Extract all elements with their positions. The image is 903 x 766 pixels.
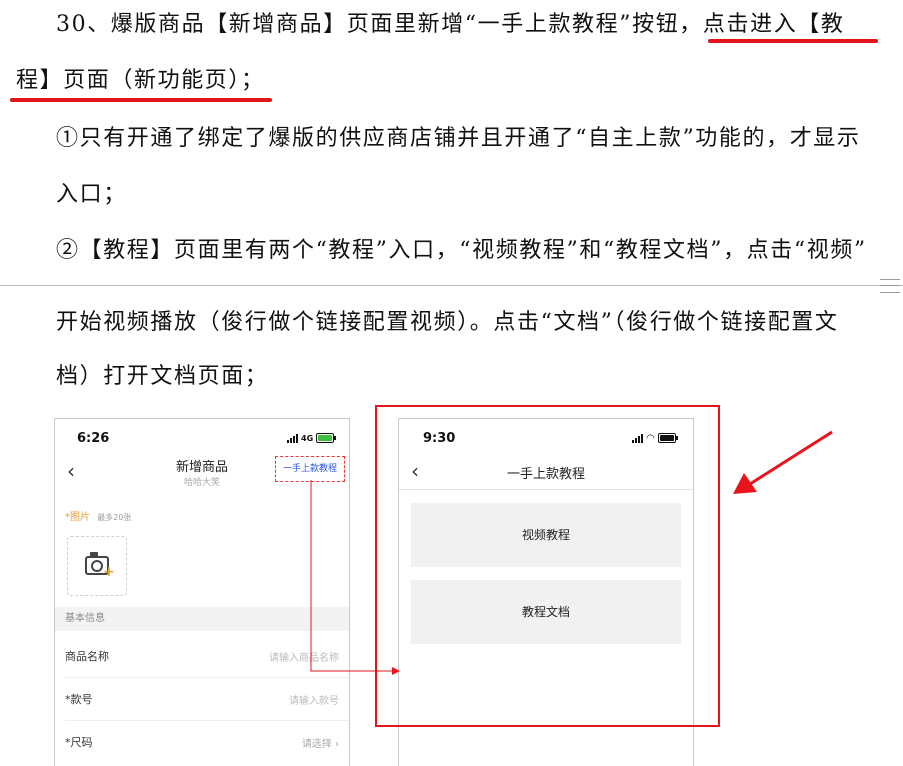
photo-label-row: *图片 最多20张 xyxy=(65,508,131,523)
doc-line-4: 入口； xyxy=(56,182,127,207)
doc-line-7: 档）打开文档页面； xyxy=(56,364,269,389)
tutorial-button[interactable]: 一手上款教程 xyxy=(275,456,345,482)
doc-line-1: 30、爆版商品【新增商品】页面里新增“一手上款教程”按钮，点击进入【教 xyxy=(56,12,845,37)
plus-icon: + xyxy=(103,564,115,580)
style-number-input[interactable]: 请输入款号 xyxy=(289,692,339,707)
status-icons: 4G xyxy=(287,433,337,443)
add-photo-button[interactable]: + xyxy=(67,536,127,596)
doc-line-6: 开始视频播放（俊行做个链接配置视频）。点击“文档”（俊行做个链接配置文 xyxy=(56,310,839,335)
row-divider xyxy=(65,720,349,721)
pointer-arrow-head xyxy=(733,473,757,494)
row-label-style-number: *款号 xyxy=(65,693,93,706)
status-time: 6:26 xyxy=(77,431,110,446)
pointer-arrow-shaft xyxy=(749,430,833,486)
signal-icon xyxy=(287,433,298,443)
product-name-input[interactable]: 请输入商品名称 xyxy=(269,649,339,664)
size-select[interactable]: 请选择 › xyxy=(302,735,339,750)
network-label: 4G xyxy=(301,433,314,443)
section-basic-info: 基本信息 xyxy=(55,607,349,631)
phone-add-product: 6:26 4G ‹ 新增商品 哈哈大笑 一手上款教程 *图片 最多20张 + 基… xyxy=(54,418,350,766)
photo-label: *图片 xyxy=(65,512,90,523)
row-divider xyxy=(65,677,349,678)
photo-hint: 最多20张 xyxy=(97,513,132,522)
highlight-box xyxy=(375,405,720,727)
row-label-size: *尺码 xyxy=(65,736,93,749)
red-underline-2 xyxy=(10,98,272,102)
row-label-product-name: 商品名称 xyxy=(65,650,109,663)
red-underline-1 xyxy=(708,39,878,43)
doc-line-3: ①只有开通了绑定了爆版的供应商店铺并且开通了“自主上款”功能的，才显示 xyxy=(56,126,861,151)
doc-line-5: ②【教程】页面里有两个“教程”入口，“视频教程”和“教程文档”，点击“视频” xyxy=(56,238,867,263)
page-break-marker xyxy=(880,279,900,293)
doc-line-2: 程】页面（新功能页）； xyxy=(16,68,265,93)
battery-icon xyxy=(316,433,337,443)
page-break-line xyxy=(0,285,903,286)
